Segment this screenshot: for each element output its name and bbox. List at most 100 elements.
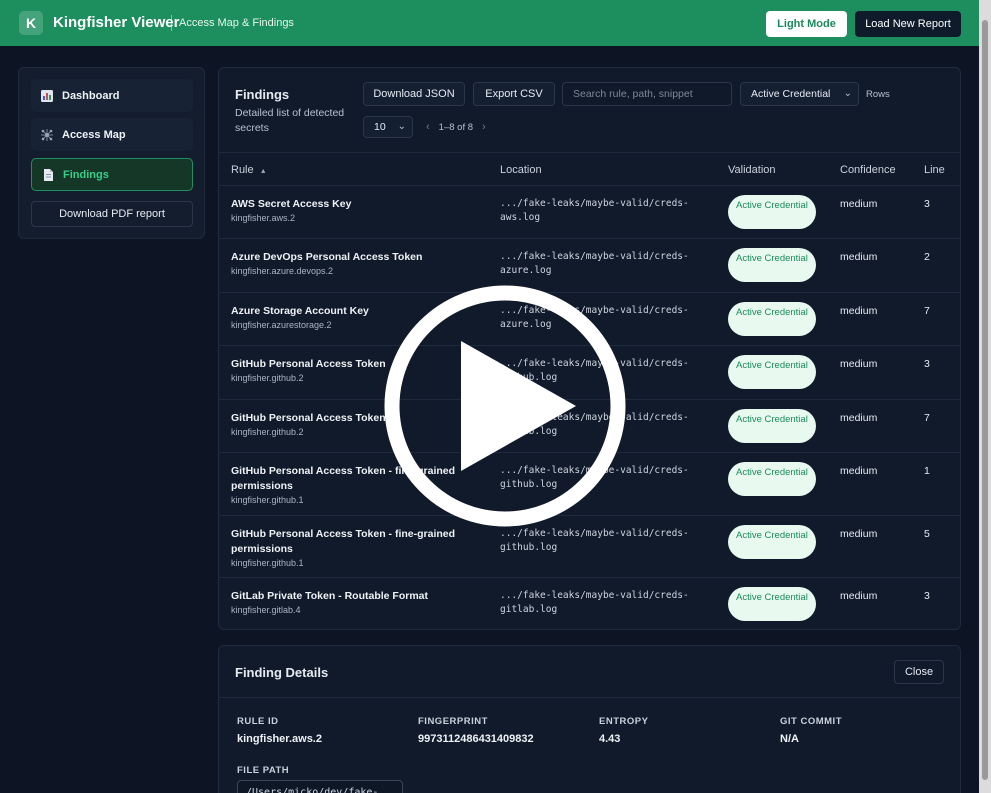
load-new-report-button[interactable]: Load New Report bbox=[855, 11, 961, 37]
fingerprint-value: 9973112486431409832 bbox=[418, 733, 534, 745]
line-cell: 3 bbox=[924, 590, 930, 602]
column-header-rule[interactable]: Rule ▲ bbox=[231, 164, 267, 176]
details-title: Finding Details bbox=[235, 665, 329, 680]
validation-badge: Active Credential bbox=[728, 587, 816, 621]
confidence-cell: medium bbox=[840, 465, 878, 477]
column-header-confidence[interactable]: Confidence bbox=[840, 164, 896, 176]
confidence-cell: medium bbox=[840, 198, 878, 210]
confidence-cell: medium bbox=[840, 358, 878, 370]
git-commit-value: N/A bbox=[780, 733, 799, 745]
finding-details-panel: Finding Details Close RULE ID kingfisher… bbox=[218, 645, 961, 793]
rule-id: kingfisher.gitlab.4 bbox=[231, 605, 301, 615]
confidence-cell: medium bbox=[840, 251, 878, 263]
rule-id: kingfisher.aws.2 bbox=[231, 213, 296, 223]
rule-id-value: kingfisher.aws.2 bbox=[237, 733, 322, 745]
app-header: K Kingfisher Viewer Access Map & Finding… bbox=[0, 0, 979, 46]
line-cell: 3 bbox=[924, 198, 930, 210]
findings-description: Detailed list of detected secrets bbox=[235, 107, 345, 134]
rule-id: kingfisher.azure.devops.2 bbox=[231, 266, 334, 276]
pagination: ‹ 1–8 of 8 › bbox=[426, 121, 486, 133]
file-path-field[interactable]: /Users/micko/dev/fake- bbox=[237, 780, 403, 793]
file-path-label: FILE PATH bbox=[237, 765, 290, 776]
line-cell: 7 bbox=[924, 305, 930, 317]
validation-badge: Active Credential bbox=[728, 355, 816, 389]
download-pdf-button[interactable]: Download PDF report bbox=[31, 201, 193, 227]
page-scrollbar-thumb[interactable] bbox=[982, 20, 988, 780]
rule-cell: GitLab Private Token - Routable Format ki… bbox=[231, 589, 471, 615]
git-commit-label: GIT COMMIT bbox=[780, 716, 842, 727]
line-cell: 1 bbox=[924, 465, 930, 477]
line-cell: 5 bbox=[924, 528, 930, 540]
column-header-line[interactable]: Line bbox=[924, 164, 945, 176]
validation-badge: Active Credential bbox=[728, 462, 816, 496]
sidebar: Dashboard Access Map Findings Download P… bbox=[18, 67, 205, 239]
validation-badge: Active Credential bbox=[728, 248, 816, 282]
entropy-value: 4.43 bbox=[599, 733, 621, 745]
table-row[interactable]: AWS Secret Access Key kingfisher.aws.2...… bbox=[219, 186, 960, 239]
header-divider bbox=[171, 15, 172, 31]
rule-name: GitHub Personal Access Token - fine-grai… bbox=[231, 528, 456, 555]
validation-badge: Active Credential bbox=[728, 409, 816, 443]
sidebar-item-label: Findings bbox=[63, 168, 109, 181]
location-cell: .../fake-leaks/maybe-valid/creds- azure.… bbox=[500, 251, 689, 276]
sort-ascending-icon: ▲ bbox=[259, 168, 267, 175]
app-subtitle: Access Map & Findings bbox=[179, 17, 294, 29]
sidebar-item-label: Access Map bbox=[62, 128, 126, 141]
rule-id-label: RULE ID bbox=[237, 716, 279, 727]
confidence-cell: medium bbox=[840, 412, 878, 424]
play-icon[interactable] bbox=[383, 284, 627, 528]
validation-badge: Active Credential bbox=[728, 195, 816, 229]
location-cell: .../fake-leaks/maybe-valid/creds- aws.lo… bbox=[500, 198, 689, 223]
document-icon bbox=[44, 168, 53, 181]
rule-cell: AWS Secret Access Key kingfisher.aws.2 bbox=[231, 197, 471, 223]
confidence-cell: medium bbox=[840, 305, 878, 317]
rule-cell: GitHub Personal Access Token - fine-grai… bbox=[231, 527, 471, 568]
app-title: Kingfisher Viewer bbox=[53, 14, 180, 31]
sidebar-item-dashboard[interactable]: Dashboard bbox=[31, 79, 193, 112]
line-cell: 3 bbox=[924, 358, 930, 370]
line-cell: 7 bbox=[924, 412, 930, 424]
rows-label: Rows bbox=[866, 89, 890, 100]
confidence-cell: medium bbox=[840, 590, 878, 602]
chevron-down-icon: ⌄ bbox=[397, 121, 406, 132]
rule-id: kingfisher.github.1 bbox=[231, 558, 304, 568]
fingerprint-label: FINGERPRINT bbox=[418, 716, 488, 727]
prev-page-icon[interactable]: ‹ bbox=[426, 121, 430, 133]
app-logo: K bbox=[19, 11, 43, 35]
rule-cell: Azure DevOps Personal Access Token kingfi… bbox=[231, 250, 471, 276]
rule-name: Azure DevOps Personal Access Token bbox=[231, 251, 423, 263]
page-size-select[interactable]: 10 ⌄ bbox=[363, 116, 413, 138]
column-label: Rule bbox=[231, 164, 254, 176]
export-csv-button[interactable]: Export CSV bbox=[473, 82, 555, 106]
validation-badge: Active Credential bbox=[728, 302, 816, 336]
table-header: Rule ▲ Location Validation Confidence Li… bbox=[219, 152, 960, 186]
filter-selected-value: Active Credential bbox=[751, 88, 831, 100]
column-header-validation[interactable]: Validation bbox=[728, 164, 776, 176]
chevron-down-icon: ⌄ bbox=[843, 88, 852, 99]
light-mode-button[interactable]: Light Mode bbox=[766, 11, 847, 37]
validation-badge: Active Credential bbox=[728, 525, 816, 559]
page-range: 1–8 of 8 bbox=[438, 121, 474, 133]
column-header-location[interactable]: Location bbox=[500, 164, 542, 176]
findings-title: Findings bbox=[235, 87, 290, 102]
sidebar-item-label: Dashboard bbox=[62, 89, 120, 102]
search-input[interactable] bbox=[562, 82, 732, 106]
bar-chart-icon bbox=[41, 89, 53, 102]
page-size-value: 10 bbox=[374, 121, 386, 133]
close-button[interactable]: Close bbox=[894, 660, 944, 684]
validation-filter-select[interactable]: Active Credential ⌄ bbox=[740, 82, 859, 106]
line-cell: 2 bbox=[924, 251, 930, 263]
confidence-cell: medium bbox=[840, 528, 878, 540]
next-page-icon[interactable]: › bbox=[482, 121, 486, 133]
download-json-button[interactable]: Download JSON bbox=[363, 82, 465, 106]
location-cell: .../fake-leaks/maybe-valid/creds- github… bbox=[500, 528, 689, 553]
details-divider bbox=[219, 697, 960, 698]
location-cell: .../fake-leaks/maybe-valid/creds- gitlab… bbox=[500, 590, 689, 615]
entropy-label: ENTROPY bbox=[599, 716, 649, 727]
sidebar-item-access-map[interactable]: Access Map bbox=[31, 118, 193, 151]
network-icon bbox=[41, 128, 53, 141]
sidebar-item-findings[interactable]: Findings bbox=[31, 158, 193, 191]
rule-name: AWS Secret Access Key bbox=[231, 198, 352, 210]
rule-name: GitLab Private Token - Routable Format bbox=[231, 590, 428, 602]
table-row[interactable]: GitLab Private Token - Routable Format ki… bbox=[219, 578, 960, 629]
